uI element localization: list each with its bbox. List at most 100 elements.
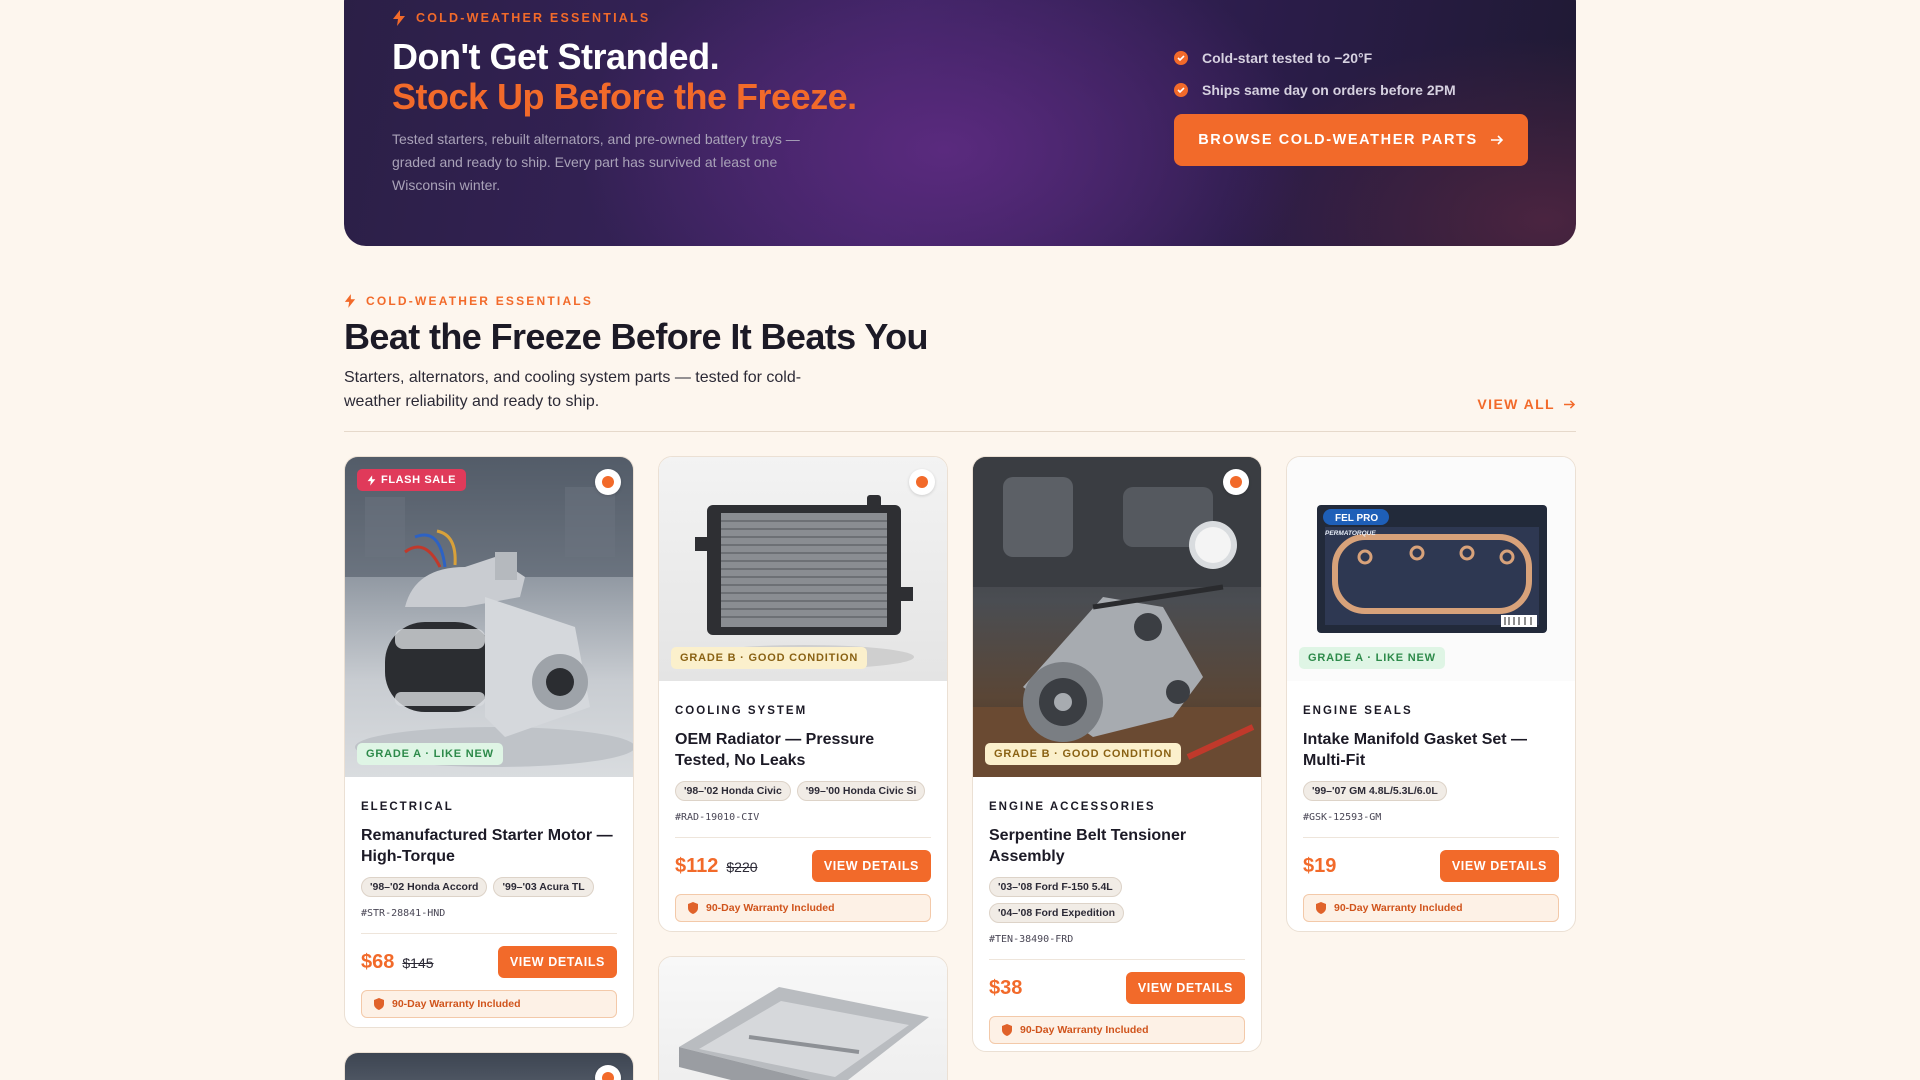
product-card[interactable]: FLASH SALE GRADE A · LIKE NEW ELECTRICAL…: [344, 456, 634, 1028]
warranty-note: 90-Day Warranty Included: [989, 1016, 1245, 1044]
product-category: ENGINE ACCESSORIES: [989, 801, 1156, 813]
product-image[interactable]: GRADE B · GOOD CONDITION: [973, 457, 1261, 777]
price-row: $38 VIEW DETAILS: [989, 972, 1245, 1004]
product-title[interactable]: Intake Manifold Gasket Set — Multi-Fit: [1303, 729, 1559, 771]
grade-badge: GRADE A · LIKE NEW: [1299, 647, 1445, 669]
fitment-tag: '03–'08 Ford F-150 5.4L: [989, 877, 1122, 897]
price-row: $68 $145 VIEW DETAILS: [361, 946, 617, 978]
product-sku: #TEN-38490-FRD: [989, 934, 1245, 960]
view-all-link[interactable]: VIEW ALL: [1477, 396, 1576, 412]
fitment-tag: '99–'07 GM 4.8L/5.3L/6.0L: [1303, 781, 1447, 801]
section-divider: [344, 431, 1576, 432]
fitment-tag: '99–'00 Honda Civic Si: [796, 781, 926, 801]
favorite-button[interactable]: [1223, 469, 1249, 495]
original-price: $145: [402, 954, 434, 971]
warranty-note: 90-Day Warranty Included: [361, 990, 617, 1018]
product-image[interactable]: FEL PRO PERMATORQUE GRADE A · LIKE NEW: [1287, 457, 1575, 681]
check-icon: [1174, 83, 1188, 97]
hero-checklist: Cold-start tested to −20°F Ships same da…: [1174, 42, 1456, 106]
product-price: $19: [1303, 854, 1337, 877]
fitment-tags: '03–'08 Ford F-150 5.4L '04–'08 Ford Exp…: [989, 877, 1245, 923]
favorite-button[interactable]: [595, 1065, 621, 1080]
fitment-tag: '99–'03 Acura TL: [493, 877, 594, 897]
bolt-icon: [393, 10, 405, 26]
product-sku: #STR-28841-HND: [361, 908, 617, 934]
arrow-right-icon: [1564, 399, 1576, 409]
warranty-label: 90-Day Warranty Included: [392, 998, 521, 1010]
heart-icon: [916, 476, 928, 488]
heart-icon: [602, 1072, 614, 1080]
hero-check-item: Cold-start tested to −20°F: [1174, 42, 1456, 74]
section-description: Starters, alternators, and cooling syste…: [344, 369, 802, 410]
hero-banner: COLD-WEATHER ESSENTIALS Don't Get Strand…: [344, 0, 1576, 246]
battery-tray-illustration: [679, 987, 929, 1080]
favorite-button[interactable]: [595, 469, 621, 495]
flash-sale-badge: FLASH SALE: [357, 469, 467, 491]
hero-description: Tested starters, rebuilt alternators, an…: [392, 131, 800, 193]
product-card[interactable]: [658, 956, 948, 1080]
hero-check-label: Cold-start tested to −20°F: [1202, 50, 1373, 66]
hero-check-label: Ships same day on orders before 2PM: [1202, 82, 1456, 98]
fitment-tag: '98–'02 Honda Accord: [361, 877, 488, 897]
hero-cta-label: BROWSE COLD-WEATHER PARTS: [1198, 132, 1478, 148]
grade-badge: GRADE A · LIKE NEW: [357, 743, 503, 765]
product-card[interactable]: FEL PRO PERMATORQUE GRADE A · LIKE NEW E…: [1286, 456, 1576, 932]
section-title: Beat the Freeze Before It Beats You: [344, 316, 928, 357]
fitment-tags: '98–'02 Honda Civic '99–'00 Honda Civic …: [675, 781, 931, 801]
shield-icon: [1316, 902, 1326, 914]
product-card[interactable]: [344, 1052, 634, 1080]
grade-badge: GRADE B · GOOD CONDITION: [671, 647, 868, 669]
heart-icon: [1230, 476, 1242, 488]
fitment-tag: '98–'02 Honda Civic: [675, 781, 791, 801]
product-category: COOLING SYSTEM: [675, 705, 808, 717]
view-details-button[interactable]: VIEW DETAILS: [1125, 972, 1245, 1004]
product-sku: #GSK-12593-GM: [1303, 812, 1559, 838]
fitment-tag: '04–'08 Ford Expedition: [989, 903, 1125, 923]
product-title[interactable]: OEM Radiator — Pressure Tested, No Leaks: [675, 729, 931, 771]
browse-cold-weather-parts-button[interactable]: BROWSE COLD-WEATHER PARTS: [1174, 114, 1528, 166]
hero-eyebrow-text: COLD-WEATHER ESSENTIALS: [416, 11, 651, 25]
product-image[interactable]: FLASH SALE GRADE A · LIKE NEW: [345, 457, 633, 777]
fitment-tags: '98–'02 Honda Accord '99–'03 Acura TL: [361, 877, 617, 897]
original-price: $220: [726, 858, 758, 875]
product-image[interactable]: GRADE B · GOOD CONDITION: [659, 457, 947, 681]
product-image[interactable]: [345, 1053, 633, 1080]
check-icon: [1174, 51, 1188, 65]
hero-title: Don't Get Stranded.: [392, 36, 720, 77]
flash-sale-label: FLASH SALE: [381, 474, 457, 486]
product-card[interactable]: GRADE B · GOOD CONDITION ENGINE ACCESSOR…: [972, 456, 1262, 1052]
starter-motor-illustration: [345, 457, 633, 767]
section-eyebrow: COLD-WEATHER ESSENTIALS: [344, 294, 593, 308]
warranty-note: 90-Day Warranty Included: [675, 894, 931, 922]
product-card[interactable]: GRADE B · GOOD CONDITION COOLING SYSTEM …: [658, 456, 948, 932]
shield-icon: [1002, 1024, 1012, 1036]
shield-icon: [374, 998, 384, 1010]
product-sku: #RAD-19010-CIV: [675, 812, 931, 838]
hero-check-item: Ships same day on orders before 2PM: [1174, 74, 1456, 106]
product-price: $68: [361, 950, 395, 973]
arrow-right-icon: [1490, 135, 1503, 145]
warranty-label: 90-Day Warranty Included: [1020, 1024, 1149, 1036]
favorite-button[interactable]: [909, 469, 935, 495]
view-details-button[interactable]: VIEW DETAILS: [497, 946, 617, 978]
warranty-label: 90-Day Warranty Included: [706, 902, 835, 914]
belt-tensioner-illustration: [973, 457, 1261, 777]
bolt-icon: [344, 294, 356, 308]
product-category: ENGINE SEALS: [1303, 705, 1413, 717]
view-details-button[interactable]: VIEW DETAILS: [1439, 850, 1559, 882]
price-row: $19 VIEW DETAILS: [1303, 850, 1559, 882]
package-brand-text: FEL PRO: [1335, 513, 1378, 524]
product-title[interactable]: Remanufactured Starter Motor — High-Torq…: [361, 825, 617, 867]
fitment-tags: '99–'07 GM 4.8L/5.3L/6.0L: [1303, 781, 1559, 801]
warranty-label: 90-Day Warranty Included: [1334, 902, 1463, 914]
package-subbrand-text: PERMATORQUE: [1325, 530, 1376, 537]
product-image[interactable]: [659, 957, 947, 1080]
product-title[interactable]: Serpentine Belt Tensioner Assembly: [989, 825, 1245, 867]
view-all-label: VIEW ALL: [1477, 396, 1555, 412]
shield-icon: [688, 902, 698, 914]
hero-subtitle: Stock Up Before the Freeze.: [392, 76, 857, 117]
section-eyebrow-text: COLD-WEATHER ESSENTIALS: [366, 294, 594, 308]
view-details-button[interactable]: VIEW DETAILS: [811, 850, 931, 882]
product-price: $112: [675, 854, 719, 877]
product-price: $38: [989, 976, 1023, 999]
